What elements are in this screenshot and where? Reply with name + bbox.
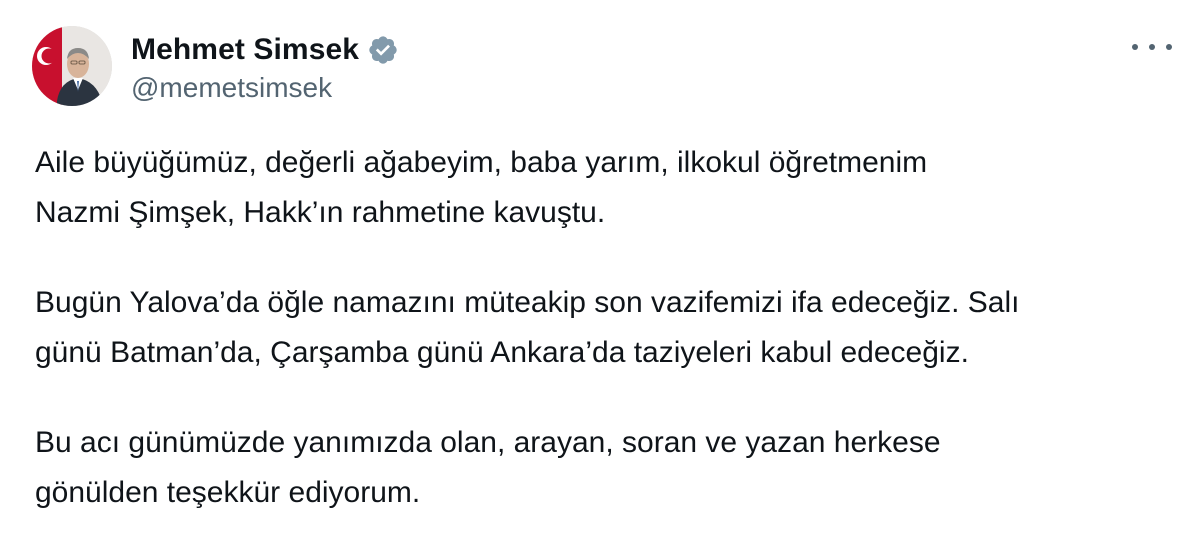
tweet-paragraph: Bu acı günümüzde yanımızda olan, arayan,… bbox=[35, 418, 1175, 518]
avatar-image bbox=[32, 26, 112, 106]
author-name-row: Mehmet Simsek bbox=[131, 30, 399, 70]
tweet-line: günü Batman’da, Çarşamba günü Ankara’da … bbox=[35, 336, 969, 369]
more-dot bbox=[1166, 44, 1172, 50]
more-horizontal-icon[interactable] bbox=[1132, 32, 1172, 62]
author-handle[interactable]: @memetsimsek bbox=[131, 70, 332, 106]
tweet-paragraph: Aile büyüğümüz, değerli ağabeyim, baba y… bbox=[35, 138, 1175, 238]
more-dot bbox=[1132, 44, 1138, 50]
more-dot bbox=[1149, 44, 1155, 50]
author-display-name[interactable]: Mehmet Simsek bbox=[131, 30, 359, 70]
tweet-line: gönülden teşekkür ediyorum. bbox=[35, 476, 421, 509]
tweet-line: Bu acı günümüzde yanımızda olan, arayan,… bbox=[35, 426, 941, 459]
tweet-line: Bugün Yalova’da öğle namazını müteakip s… bbox=[35, 286, 1020, 319]
tweet: Mehmet Simsek @memetsimsek Aile büyüğümü… bbox=[0, 0, 1200, 542]
tweet-paragraph: Bugün Yalova’da öğle namazını müteakip s… bbox=[35, 278, 1175, 378]
tweet-text: Aile büyüğümüz, değerli ağabeyim, baba y… bbox=[35, 138, 1175, 558]
avatar[interactable] bbox=[32, 26, 112, 106]
verified-badge-icon[interactable] bbox=[367, 34, 399, 66]
tweet-line: Aile büyüğümüz, değerli ağabeyim, baba y… bbox=[35, 146, 928, 179]
tweet-line: Nazmi Şimşek, Hakk’ın rahmetine kavuştu. bbox=[35, 196, 606, 229]
